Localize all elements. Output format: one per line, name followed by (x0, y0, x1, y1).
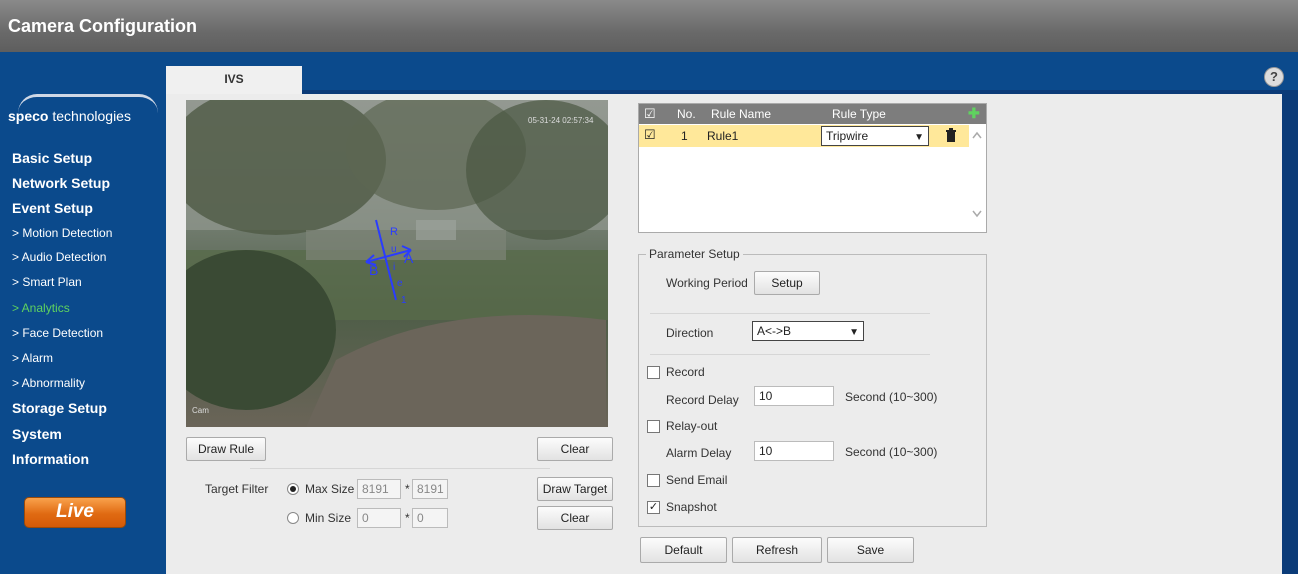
select-all-checkbox[interactable]: ☑ (644, 106, 656, 122)
sidebar-item-abnormality[interactable]: > Abnormality (12, 376, 85, 390)
header-no: No. (677, 107, 696, 121)
divider (650, 354, 930, 355)
direction-label: Direction (666, 326, 714, 340)
snapshot-label: Snapshot (666, 500, 717, 514)
sidebar-item-smart-plan[interactable]: > Smart Plan (12, 275, 82, 289)
rule-type-select[interactable]: Tripwire ▼ (821, 126, 929, 146)
record-label: Record (666, 365, 705, 379)
alarm-delay-label: Alarm Delay (666, 446, 732, 460)
rule-type-value: Tripwire (826, 129, 869, 143)
logo-brand-bold: speco (8, 108, 49, 124)
record-delay-range: Second (10~300) (845, 390, 938, 404)
relay-out-label: Relay-out (666, 419, 718, 433)
rule-table-header: ☑ No. Rule Name Rule Type ✚ (639, 104, 986, 124)
max-size-radio[interactable] (287, 483, 299, 495)
chevron-down-icon: ▼ (914, 132, 924, 143)
osd-camera-name: Cam (192, 406, 209, 415)
clear-target-button[interactable]: Clear (537, 506, 613, 530)
sidebar: speco technologies Basic Setup Network S… (0, 52, 166, 574)
table-row[interactable]: ☑ 1 Rule1 Tripwire ▼ (639, 125, 969, 147)
divider (250, 468, 550, 469)
sidebar-item-motion-detection[interactable]: > Motion Detection (12, 226, 112, 240)
min-size-label: Min Size (305, 511, 352, 525)
max-times-sign: * (405, 482, 410, 496)
sidebar-item-audio-detection[interactable]: > Audio Detection (12, 250, 106, 264)
trash-icon[interactable] (945, 128, 957, 142)
overlay-label-a: A (404, 250, 414, 266)
overlay-label-u: u (391, 244, 397, 255)
alarm-delay-input[interactable]: 10 (754, 441, 834, 461)
max-width-input[interactable]: 8191 (357, 479, 401, 499)
header-rule-name: Rule Name (711, 107, 772, 121)
divider (650, 313, 930, 314)
direction-value: A<->B (757, 324, 792, 338)
draw-rule-button[interactable]: Draw Rule (186, 437, 266, 461)
save-button[interactable]: Save (827, 537, 914, 563)
default-button[interactable]: Default (640, 537, 727, 563)
parameter-setup-legend: Parameter Setup (646, 247, 743, 261)
video-preview[interactable]: 05-31-24 02:57:34 Cam R u A B i e 1 (186, 100, 608, 427)
help-icon[interactable]: ? (1264, 67, 1284, 87)
snapshot-checkbox[interactable]: ✓ (647, 501, 660, 514)
sidebar-item-system[interactable]: System (12, 426, 62, 442)
live-button[interactable]: Live (24, 497, 126, 528)
sidebar-item-basic-setup[interactable]: Basic Setup (12, 150, 92, 166)
overlay-label-1: 1 (401, 295, 407, 306)
overlay-label-r: R (390, 226, 398, 238)
send-email-label: Send Email (666, 473, 728, 487)
sidebar-item-information[interactable]: Information (12, 451, 89, 467)
record-delay-label: Record Delay (666, 393, 739, 407)
sidebar-item-network-setup[interactable]: Network Setup (12, 175, 110, 191)
send-email-checkbox[interactable] (647, 474, 660, 487)
record-delay-input[interactable]: 10 (754, 386, 834, 406)
overlay-label-e: e (397, 278, 403, 289)
min-times-sign: * (405, 511, 410, 525)
max-height-input[interactable]: 8191 (412, 479, 448, 499)
row-rule-name[interactable]: Rule1 (707, 129, 738, 143)
target-filter-label: Target Filter (205, 482, 269, 496)
draw-target-button[interactable]: Draw Target (537, 477, 613, 501)
header-rule-type: Rule Type (832, 107, 886, 121)
row-checkbox[interactable]: ☑ (644, 127, 656, 143)
tab-ivs[interactable]: IVS (166, 66, 302, 94)
sidebar-item-event-setup[interactable]: Event Setup (12, 200, 93, 216)
sidebar-item-storage-setup[interactable]: Storage Setup (12, 400, 107, 416)
refresh-button[interactable]: Refresh (732, 537, 822, 563)
tripwire-overlay (365, 219, 412, 301)
min-size-radio[interactable] (287, 512, 299, 524)
rule-table: ☑ No. Rule Name Rule Type ✚ ☑ 1 Rule1 Tr… (638, 103, 987, 233)
working-period-label: Working Period (666, 276, 748, 290)
max-size-label: Max Size (305, 482, 355, 496)
setup-button[interactable]: Setup (754, 271, 820, 295)
overlay-label-b: B (369, 262, 379, 278)
record-checkbox[interactable] (647, 366, 660, 379)
title-bar: Camera Configuration (0, 0, 1298, 52)
add-rule-icon[interactable]: ✚ (968, 105, 980, 122)
rule-table-scrollbar[interactable] (968, 126, 986, 232)
sidebar-item-analytics[interactable]: > Analytics (12, 301, 70, 315)
osd-timestamp: 05-31-24 02:57:34 (528, 116, 594, 125)
app-title: Camera Configuration (8, 16, 198, 36)
clear-rule-button[interactable]: Clear (537, 437, 613, 461)
min-width-input[interactable]: 0 (357, 508, 401, 528)
relay-out-checkbox[interactable] (647, 420, 660, 433)
min-height-input[interactable]: 0 (412, 508, 448, 528)
sidebar-item-face-detection[interactable]: > Face Detection (12, 326, 103, 340)
chevron-down-icon: ▼ (849, 327, 859, 338)
logo-brand-rest: technologies (48, 108, 131, 124)
alarm-delay-range: Second (10~300) (845, 445, 938, 459)
overlay-label-i: i (393, 262, 396, 273)
direction-select[interactable]: A<->B ▼ (752, 321, 864, 341)
speco-logo: speco technologies (8, 94, 158, 134)
row-number: 1 (681, 129, 688, 143)
sidebar-item-alarm[interactable]: > Alarm (12, 351, 53, 365)
